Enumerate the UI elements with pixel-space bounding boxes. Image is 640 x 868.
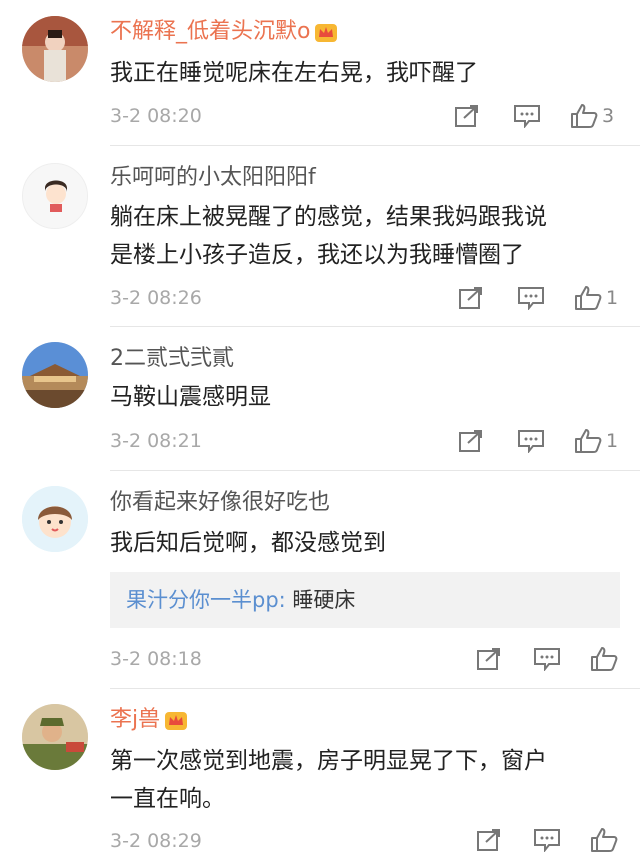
comment-actions: 1 [456,284,618,312]
comment-text: 我正在睡觉呢床在左右晃，我吓醒了 [110,54,610,92]
comment-time: 3-2 08:20 [110,105,202,127]
comment-text: 我后知后觉啊，都没感觉到 [110,524,610,562]
comment-time: 3-2 08:18 [110,648,202,670]
comment-button[interactable] [532,647,562,671]
comment-button[interactable] [532,828,562,852]
like-button[interactable] [590,827,622,853]
vip-crown-icon [314,21,338,43]
divider [110,470,640,471]
comment-icon [514,105,540,128]
comment-actions [474,645,622,673]
comment-text: 马鞍山震感明显 [110,378,610,416]
comment-username[interactable]: 乐呵呵的小太阳阳阳f [110,164,316,192]
user-photo-icon[interactable] [22,16,88,82]
share-icon [477,829,500,851]
like-count: 3 [602,105,615,127]
comment-actions [474,826,622,854]
share-button[interactable] [474,828,504,852]
thumbs-up-icon [575,286,602,310]
share-icon [455,105,478,127]
share-icon [477,648,500,670]
share-button[interactable] [456,429,486,453]
like-count: 1 [606,287,619,309]
comment-icon [534,829,560,852]
divider [110,326,640,327]
cartoon-girl-icon[interactable] [22,163,88,229]
share-button[interactable] [456,286,486,310]
comment-username[interactable]: 2二贰弍弐貳 [110,345,234,373]
comment-username[interactable]: 你看起来好像很好吃也 [110,489,330,517]
comment-time: 3-2 08:21 [110,430,202,452]
reply-username[interactable]: 果汁分你一半pp: [126,588,286,612]
like-button[interactable]: 3 [570,103,614,129]
comment-button[interactable] [516,286,546,310]
like-count: 1 [606,430,619,452]
thumbs-up-icon [571,104,598,128]
comment-actions: 3 [452,102,614,130]
thumbs-up-icon [575,429,602,453]
username-text: 不解释_低着头沉默o [110,19,311,44]
comment-icon [518,287,544,310]
soldier-photo-icon[interactable] [22,704,88,770]
share-icon [459,430,482,452]
share-button[interactable] [452,104,482,128]
comment-username[interactable]: 不解释_低着头沉默o [110,18,338,46]
comment-icon [534,648,560,671]
cartoon-doll-icon[interactable] [22,486,88,552]
comment-text-line: 马鞍山震感明显 [110,384,271,410]
reply-box[interactable]: 果汁分你一半pp: 睡硬床 [110,572,620,628]
comment-button[interactable] [516,429,546,453]
comment-text: 第一次感觉到地震，房子明显晃了下，窗户 一直在响。 [110,742,610,818]
comment-time: 3-2 08:26 [110,287,202,309]
thumbs-up-icon [591,647,618,671]
comment-actions: 1 [456,427,618,455]
share-icon [459,287,482,309]
comment-text-line: 我正在睡觉呢床在左右晃，我吓醒了 [110,60,478,86]
comment-text-line: 我后知后觉啊，都没感觉到 [110,530,386,556]
divider [110,145,640,146]
comment-text-line: 第一次感觉到地震，房子明显晃了下，窗户 [110,748,547,774]
comment-text-line: 躺在床上被晃醒了的感觉，结果我妈跟我说 [110,204,547,230]
comment-text-line: 一直在响。 [110,786,225,812]
comment-text-line: 是楼上小孩子造反，我还以为我睡懵圈了 [110,242,524,268]
share-button[interactable] [474,647,504,671]
reply-text: 睡硬床 [285,588,356,612]
like-button[interactable] [590,646,622,672]
landscape-photo-icon[interactable] [22,342,88,408]
comment-text: 躺在床上被晃醒了的感觉，结果我妈跟我说 是楼上小孩子造反，我还以为我睡懵圈了 [110,198,610,274]
vip-crown-icon [164,709,188,731]
username-text: 李j兽 [110,707,161,732]
thumbs-up-icon [591,828,618,852]
comment-time: 3-2 08:29 [110,830,202,852]
comment-username[interactable]: 李j兽 [110,706,188,734]
like-button[interactable]: 1 [574,428,618,454]
comment-button[interactable] [512,104,542,128]
like-button[interactable]: 1 [574,285,618,311]
divider [110,688,640,689]
comment-icon [518,430,544,453]
